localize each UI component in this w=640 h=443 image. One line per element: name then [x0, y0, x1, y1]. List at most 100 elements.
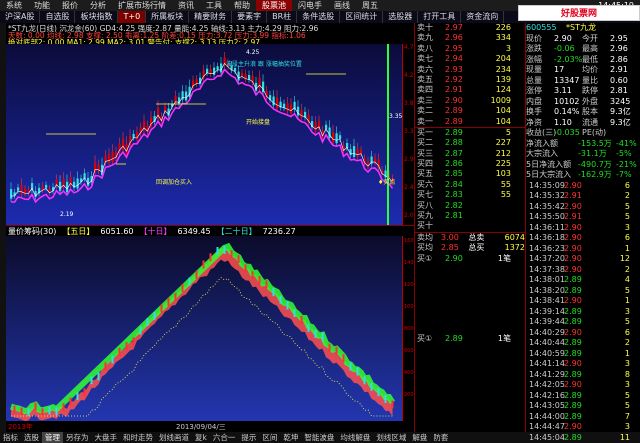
- menu-item[interactable]: 功能: [28, 0, 56, 11]
- menu-item[interactable]: 扩展市场行情: [112, 0, 172, 11]
- price-label-high: 4.25: [246, 49, 260, 56]
- order-book: 卖十 2.97 226 卖九 2.96 334 卖八 2.95 3 卖七 2.94 204 卖六 2.93…: [414, 23, 525, 432]
- toolbar-tab[interactable]: 选股器: [383, 11, 419, 23]
- bid-row[interactable]: 买三 2.87 212: [415, 149, 525, 159]
- volume-candle: [195, 270, 198, 279]
- level-label: 卖八: [417, 43, 433, 53]
- bottom-tab[interactable]: 乾坤: [280, 432, 301, 443]
- volume-candle: [167, 297, 170, 306]
- toolbar-tab[interactable]: BR柱: [267, 11, 298, 23]
- bottom-tab[interactable]: 管理: [42, 432, 63, 443]
- tick-price: 2.89: [564, 401, 582, 410]
- bottom-tab[interactable]: 智能波盘: [301, 432, 337, 443]
- level-price: 2.94: [445, 54, 463, 64]
- menu-item[interactable]: 帮助: [228, 0, 256, 11]
- bid-row[interactable]: 买四 2.86 225: [415, 159, 525, 169]
- menu-item-right[interactable]: 画线: [328, 0, 356, 11]
- price-chart[interactable]: 波段主升浪 跟 涨幅抽奖位置开始接盘回调加仓买入 ♦买点 4.25 2.19 3.35: [6, 44, 402, 225]
- menu-item-right[interactable]: 闪电手: [292, 0, 328, 11]
- ask-row[interactable]: 卖一 2.89 104: [415, 117, 525, 127]
- bid-row[interactable]: 买七 2.83 55: [415, 190, 525, 200]
- ask-row[interactable]: 卖六 2.93 234: [415, 65, 525, 75]
- bid-row[interactable]: 买十: [415, 221, 525, 231]
- ask-row[interactable]: 卖十 2.97 226: [415, 23, 525, 33]
- tick-price: 2.90: [564, 380, 582, 389]
- tick-price: 2.89: [564, 432, 582, 442]
- ask-row[interactable]: 卖八 2.95 3: [415, 44, 525, 54]
- flow-row: 净流入额 -153.5万 -41%: [526, 139, 640, 150]
- toolbar-tab[interactable]: 区间统计: [340, 11, 384, 23]
- toolbar-tab[interactable]: 要素字: [232, 11, 268, 23]
- toolbar-tab[interactable]: 所属板块: [146, 11, 190, 23]
- toolbar-tab[interactable]: 板块指数: [75, 11, 119, 23]
- quote-cell: 3.11: [554, 86, 572, 95]
- bottom-tab[interactable]: 六合一: [210, 432, 239, 443]
- volume-candle: [300, 315, 303, 324]
- bid-row[interactable]: 买五 2.85 103: [415, 169, 525, 179]
- toolbar-tab[interactable]: 打开工具: [418, 11, 462, 23]
- bid-row[interactable]: 买二 2.88 227: [415, 138, 525, 148]
- ask-row[interactable]: 卖三 2.90 1009: [415, 96, 525, 106]
- bottom-tab[interactable]: 指标: [0, 432, 21, 443]
- stock-info-panel: 600555 *ST九龙 现价 2.90 今开 2.95 涨跌 -0.06 最高 2.96 涨幅 -2…: [525, 23, 640, 442]
- bottom-tab[interactable]: 划线区域: [373, 432, 409, 443]
- ask-row[interactable]: 卖四 2.91 124: [415, 85, 525, 95]
- flow-value: -153.5万: [578, 138, 612, 148]
- bottom-tab[interactable]: 划线画道: [156, 432, 192, 443]
- tick-time: 14:39:44: [529, 317, 565, 326]
- volume-candle: [314, 329, 317, 338]
- bottom-tab[interactable]: 均线解盘: [337, 432, 373, 443]
- ask-row[interactable]: 卖七 2.94 204: [415, 54, 525, 64]
- bottom-tab[interactable]: 选股: [21, 432, 42, 443]
- toolbar-tab[interactable]: T+0: [118, 11, 147, 23]
- order-book-spacer: [415, 264, 525, 334]
- menu-item[interactable]: 工具: [200, 0, 228, 11]
- tick-row: 14:41:14 2.90 3: [526, 359, 640, 370]
- ask-row[interactable]: 卖九 2.96 334: [415, 33, 525, 43]
- menu-item[interactable]: 系统: [0, 0, 28, 11]
- bid-row[interactable]: 买一 2.89 5: [415, 128, 525, 138]
- candle-body: [66, 181, 69, 193]
- stock-pool-button[interactable]: 股票池: [256, 0, 292, 11]
- bottom-tab[interactable]: 复k: [192, 432, 210, 443]
- bottom-tab[interactable]: 大盘手: [92, 432, 121, 443]
- menu-item[interactable]: 分析: [84, 0, 112, 11]
- tick-row: 14:45:04 2.89 11: [526, 433, 640, 443]
- tick-volume: 5: [624, 201, 630, 211]
- toolbar-tab[interactable]: 资金流向: [461, 11, 505, 23]
- level-price: 2.85: [445, 169, 463, 179]
- menu-item[interactable]: 资讯: [172, 0, 200, 11]
- volume-chart[interactable]: [6, 236, 402, 421]
- level-volume: 139: [495, 74, 511, 84]
- tick-volume: 1: [624, 348, 630, 358]
- level-volume: [477, 211, 511, 221]
- bottom-tab[interactable]: 防套: [430, 432, 451, 443]
- bottom-tab[interactable]: 另存为: [63, 432, 92, 443]
- bottom-tab[interactable]: 和时走势: [120, 432, 156, 443]
- candle-body: [332, 132, 335, 143]
- tick-volume: 3: [624, 306, 630, 316]
- bottom-tab[interactable]: 解盘: [409, 432, 430, 443]
- ask-row[interactable]: 卖二 2.89 104: [415, 106, 525, 116]
- stock-title: 600555 *ST九龙: [526, 23, 640, 34]
- toolbar-tab[interactable]: 沪深A股: [0, 11, 41, 23]
- ask-row[interactable]: 卖五 2.92 139: [415, 75, 525, 85]
- toolbar-tab[interactable]: 自选股: [40, 11, 76, 23]
- bottom-tab[interactable]: 区间: [259, 432, 280, 443]
- bid-row[interactable]: 买八 2.82: [415, 201, 525, 211]
- bid-row[interactable]: 买六 2.84 55: [415, 180, 525, 190]
- menu-item[interactable]: 报价: [56, 0, 84, 11]
- level-volume: 225: [495, 159, 511, 169]
- toolbar-tab[interactable]: 条件选股: [297, 11, 341, 23]
- bottom-tab[interactable]: 提示: [238, 432, 259, 443]
- tick-price: 2.90: [564, 422, 582, 431]
- tick-price: 2.90: [564, 296, 582, 305]
- volume-candle: [384, 394, 387, 403]
- level-volume: 55: [500, 190, 511, 200]
- quote-cell: 2.96: [610, 44, 628, 53]
- level-label: 买二: [417, 138, 433, 148]
- menu-item-right[interactable]: 周五: [356, 0, 384, 11]
- toolbar-tab[interactable]: 精要财务: [189, 11, 233, 23]
- tick-price: 2.90: [564, 222, 582, 232]
- bid-row[interactable]: 买九 2.81: [415, 211, 525, 221]
